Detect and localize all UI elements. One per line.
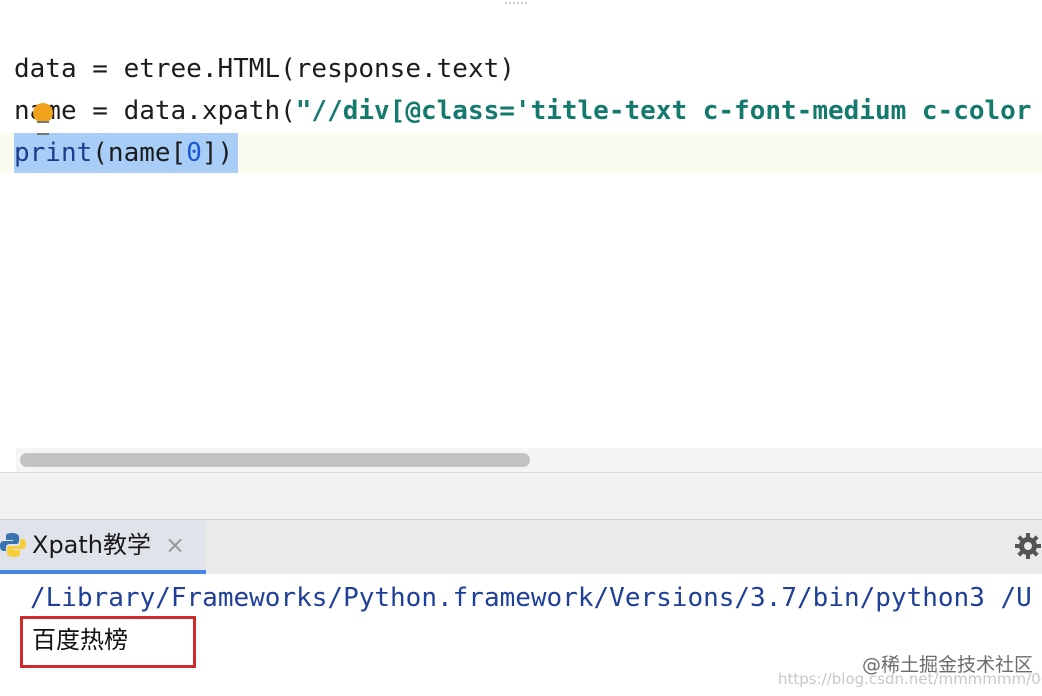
print-keyword: print [14,138,93,168]
code-line-3-args: (name[ [92,138,187,168]
run-tab-xpath[interactable]: Xpath教学 × [0,520,206,574]
run-tab-label: Xpath教学 [32,531,152,559]
code-line-3[interactable]: print(name[0]) [14,132,233,174]
run-tool-window-tabbar: Xpath教学 × [0,519,1042,575]
console-command-line: /Library/Frameworks/Python.framework/Ver… [30,583,1032,613]
code-line-2[interactable]: name = data.xpath("//div[@class='title-t… [14,90,1031,132]
watermark: @稀土掘金技术社区 [862,654,1034,676]
code-line-1-text: data = etree.HTML(response.text) [14,54,515,84]
xpath-string-literal: "//div[@class='title-text c-font-medium … [295,96,1032,126]
code-line-1[interactable]: data = etree.HTML(response.text) [14,48,515,90]
code-editor[interactable]: data = etree.HTML(response.text) name = … [0,0,1042,472]
index-number: 0 [186,138,202,168]
close-tab-icon[interactable]: × [165,520,185,570]
gear-icon[interactable] [1014,532,1042,560]
code-line-3-end: ]) [201,138,234,168]
python-icon [0,533,26,557]
code-line-2-code: name = data.xpath( [14,96,296,126]
highlight-annotation-box [20,616,196,668]
panel-gap [0,473,1042,519]
fold-marker [505,0,527,4]
horizontal-scrollbar-thumb[interactable] [20,453,530,467]
